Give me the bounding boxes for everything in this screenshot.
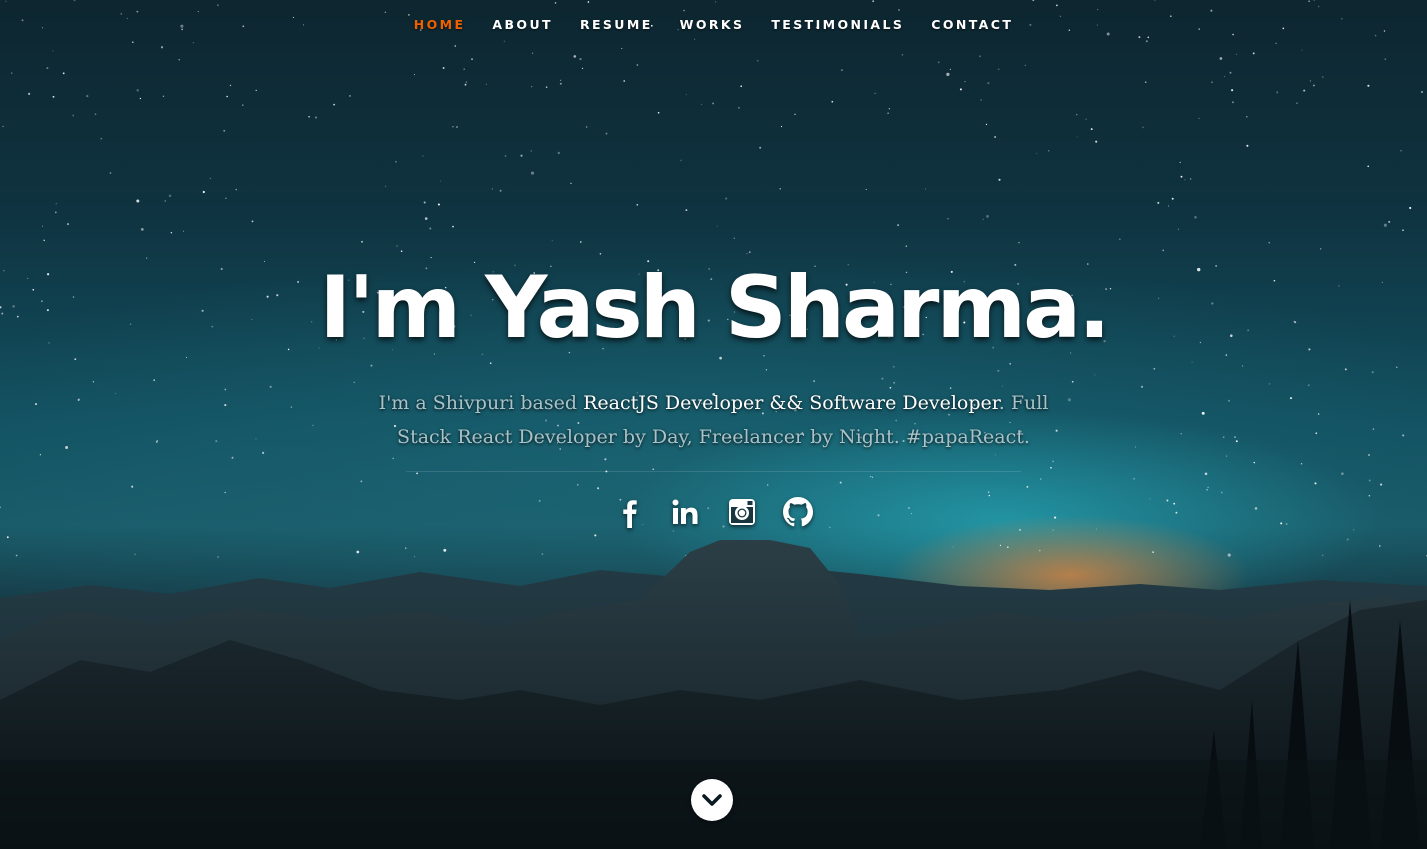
- facebook-link[interactable]: [615, 496, 645, 528]
- page-title: I'm Yash Sharma.: [319, 258, 1111, 358]
- nav-works[interactable]: WORKS: [680, 17, 745, 32]
- hero-banner: HOME ABOUT RESUME WORKS TESTIMONIALS CON…: [0, 0, 1427, 849]
- nav-about[interactable]: ABOUT: [492, 17, 553, 32]
- linkedin-link[interactable]: [671, 496, 701, 528]
- instagram-link[interactable]: [727, 496, 757, 528]
- nav-home[interactable]: HOME: [414, 17, 466, 32]
- intro-role: ReactJS Developer && Software Developer: [583, 392, 999, 414]
- intro-prefix: I'm a Shivpuri based: [378, 392, 584, 414]
- nav-resume[interactable]: RESUME: [580, 17, 653, 32]
- linkedin-icon: [672, 499, 697, 524]
- github-icon: [782, 497, 813, 527]
- facebook-icon: [622, 500, 637, 528]
- github-link[interactable]: [782, 496, 813, 528]
- chevron-down-icon: [702, 794, 722, 806]
- nav-testimonials[interactable]: TESTIMONIALS: [771, 17, 904, 32]
- nav-contact[interactable]: CONTACT: [931, 17, 1013, 32]
- intro-text: I'm a Shivpuri based ReactJS Developer &…: [360, 386, 1067, 454]
- main-nav: HOME ABOUT RESUME WORKS TESTIMONIALS CON…: [0, 14, 1427, 33]
- instagram-icon: [728, 499, 755, 525]
- scroll-down-button[interactable]: [691, 779, 733, 821]
- divider: [406, 471, 1021, 472]
- social-links: [0, 496, 1427, 528]
